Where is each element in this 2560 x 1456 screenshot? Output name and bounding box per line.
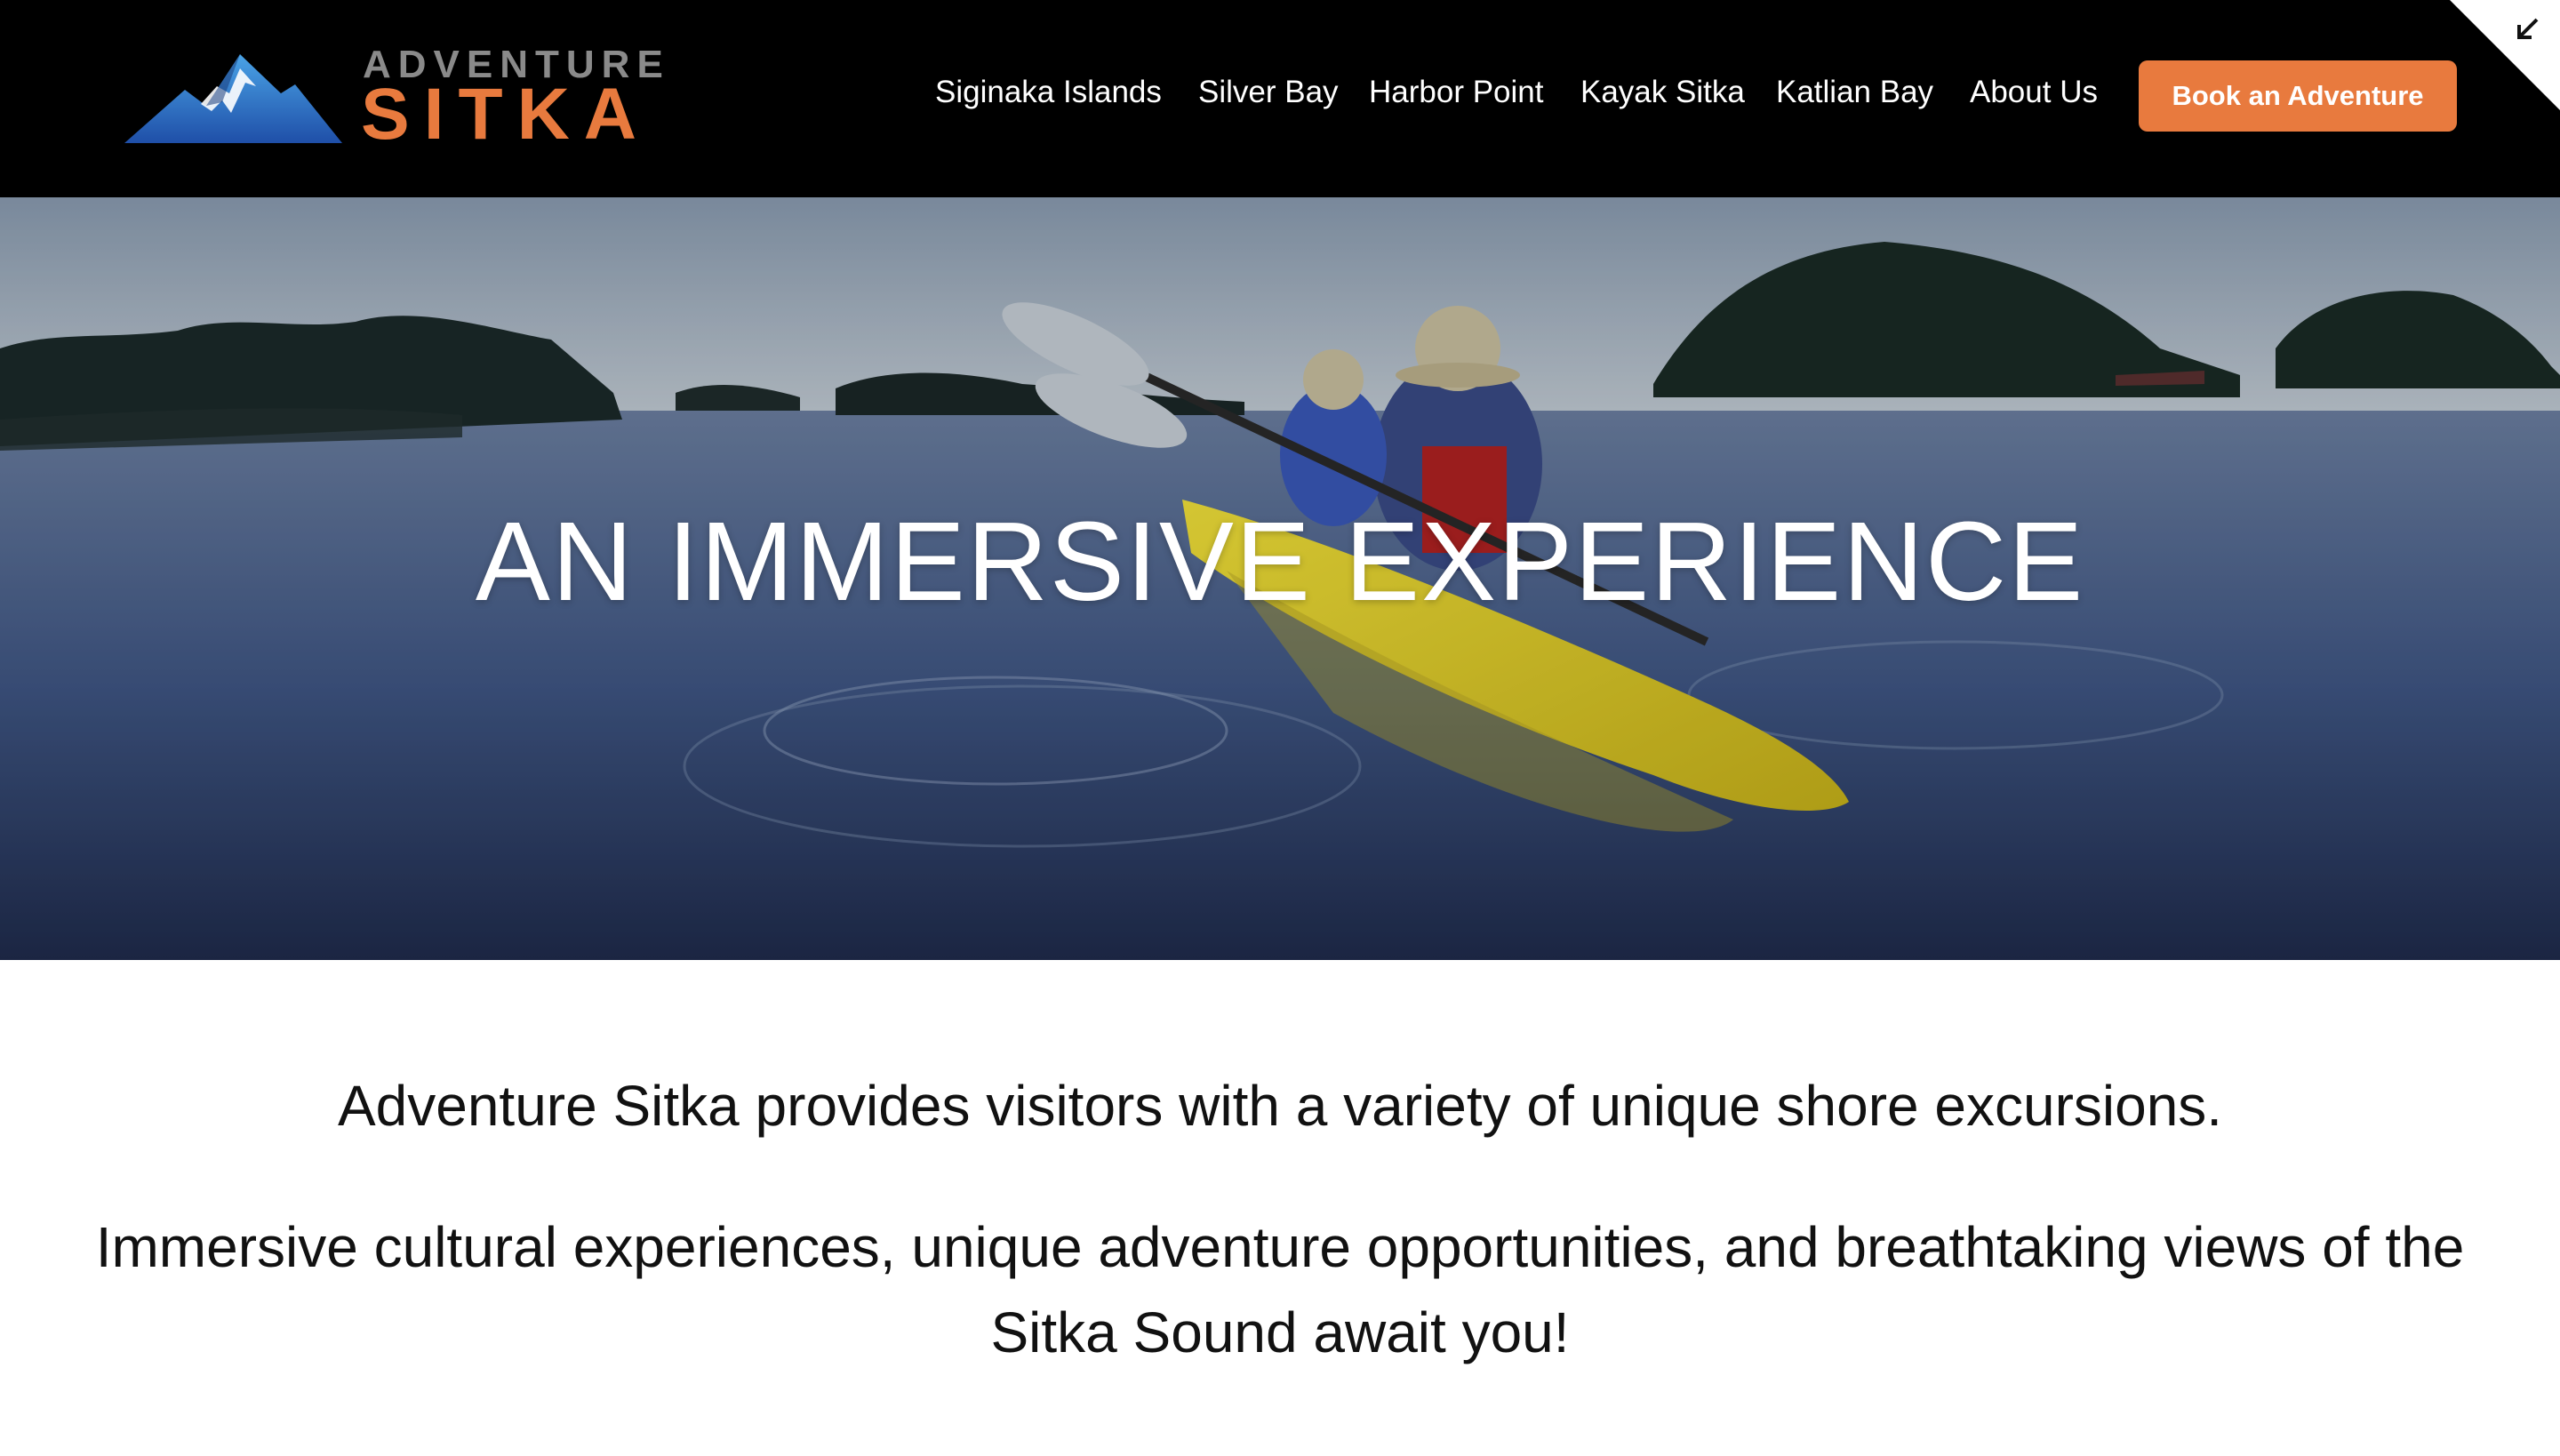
nav-siginaka-islands[interactable]: Siginaka Islands <box>935 71 1162 114</box>
nav-kayak-sitka[interactable]: Kayak Sitka <box>1580 71 1745 114</box>
hero-banner: AN IMMERSIVE EXPERIENCE <box>0 197 2560 960</box>
nav-about-us[interactable]: About Us <box>1970 71 2098 114</box>
nav-harbor-point[interactable]: Harbor Point <box>1369 71 1543 114</box>
arrow-down-left-icon[interactable] <box>2450 0 2560 110</box>
mountain-logo-icon <box>124 54 342 143</box>
intro-paragraph-1: Adventure Sitka provides visitors with a… <box>337 1074 2223 1138</box>
site-header: ADVENTURE SITKA Siginaka Islands Silver … <box>0 0 2560 197</box>
nav-katlian-bay[interactable]: Katlian Bay <box>1776 71 1933 114</box>
book-adventure-button[interactable]: Book an Adventure <box>2139 60 2457 132</box>
adventure-sitka-logo[interactable]: ADVENTURE SITKA <box>124 43 663 151</box>
intro-paragraph-2: Immersive cultural experiences, unique a… <box>95 1215 2465 1364</box>
logo-wordmark-bottom: SITKA <box>361 74 651 155</box>
hero-title: AN IMMERSIVE EXPERIENCE <box>475 499 2085 624</box>
nav-silver-bay[interactable]: Silver Bay <box>1198 71 1339 114</box>
